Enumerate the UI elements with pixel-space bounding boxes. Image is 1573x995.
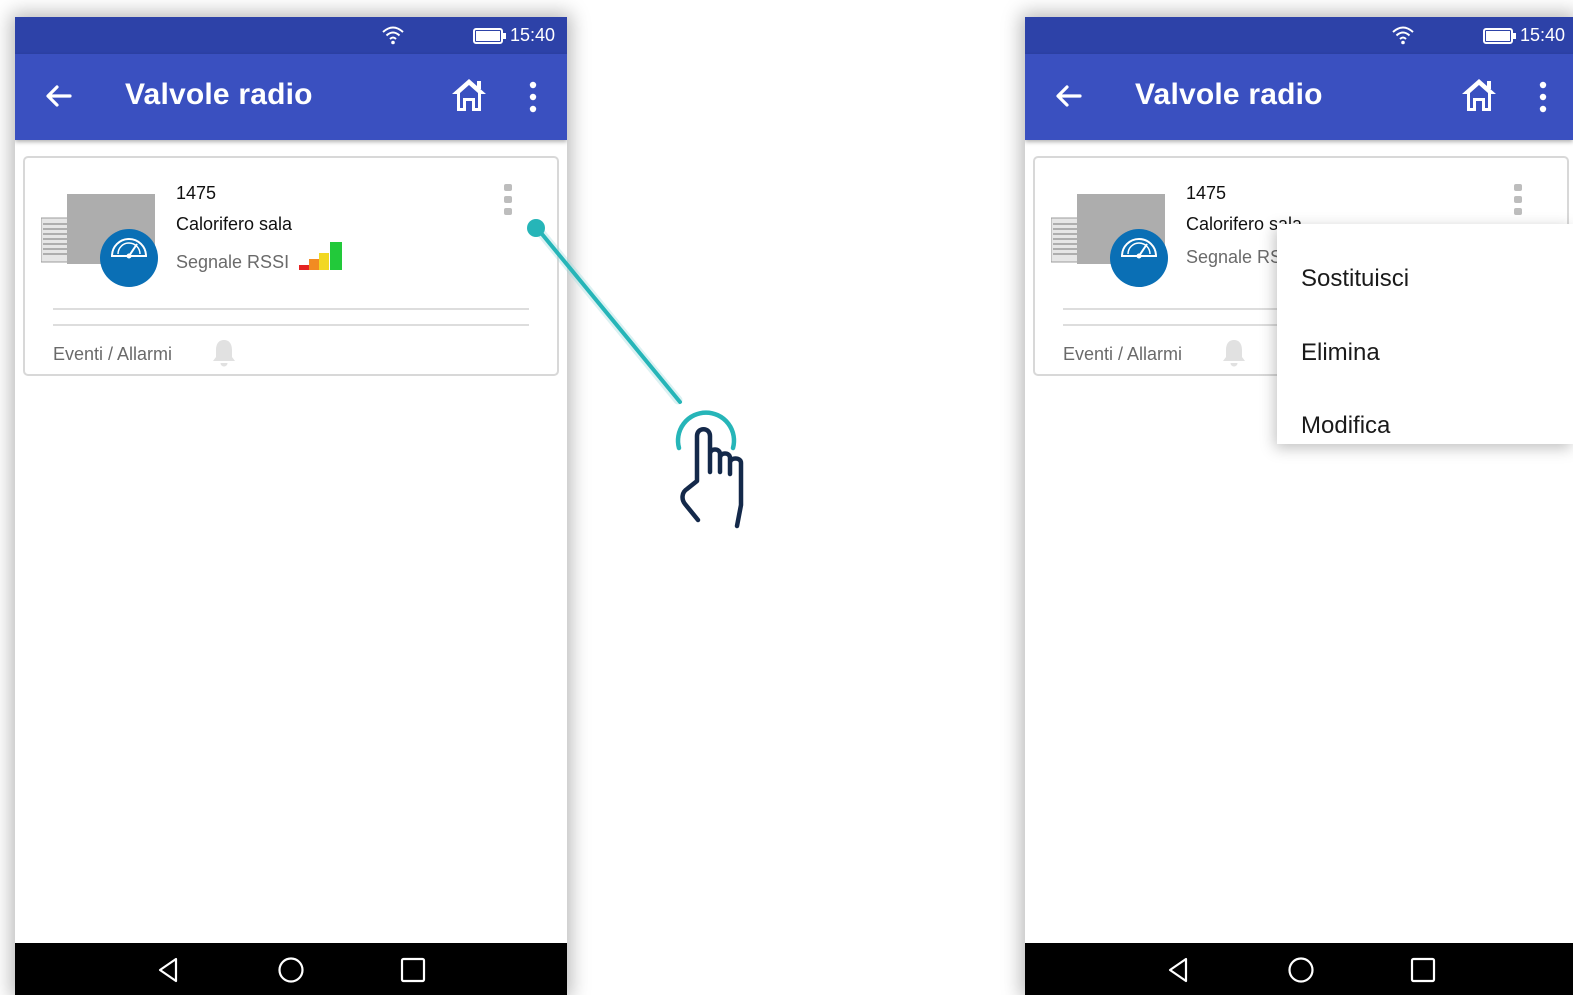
nav-recents-icon[interactable]	[399, 956, 427, 984]
valve-device-icon	[41, 194, 158, 287]
divider	[53, 308, 529, 310]
menu-item-sostituisci[interactable]: Sostituisci	[1301, 265, 1409, 293]
menu-item-elimina[interactable]: Elimina	[1301, 339, 1380, 367]
status-time: 15:40	[1519, 25, 1565, 45]
battery-icon	[473, 28, 506, 44]
bell-icon	[213, 340, 235, 367]
card-menu-button[interactable]	[1511, 182, 1525, 216]
device-id: 1475	[176, 183, 217, 203]
menu-item-modifica[interactable]: Modifica	[1301, 412, 1390, 440]
phone-screen-after: 15:40 Valvole radio 1475 Calorifero sala…	[1025, 17, 1573, 995]
tap-hand-icon	[675, 410, 744, 529]
status-bar: 15:40	[15, 17, 567, 54]
home-button[interactable]	[450, 76, 488, 114]
overflow-menu-button[interactable]	[1533, 80, 1553, 114]
app-bar: Valvole radio	[1025, 54, 1573, 140]
nav-home-icon[interactable]	[277, 956, 305, 984]
overflow-menu-button[interactable]	[523, 80, 543, 114]
system-nav-bar	[1025, 943, 1573, 995]
nav-back-icon[interactable]	[155, 956, 183, 984]
home-button[interactable]	[1460, 76, 1498, 114]
rssi-label: Segnale RSSI	[176, 252, 290, 272]
back-button[interactable]	[43, 80, 75, 112]
events-alarms-link[interactable]: Eventi / Allarmi	[1063, 344, 1182, 365]
page-title: Valvole radio	[125, 78, 313, 111]
tap-connector-line	[527, 219, 683, 405]
card-context-menu: Sostituisci Elimina Modifica	[1277, 224, 1573, 444]
wifi-icon	[382, 26, 404, 45]
app-bar: Valvole radio	[15, 54, 567, 140]
device-id: 1475	[1186, 183, 1227, 203]
events-alarms-link[interactable]: Eventi / Allarmi	[53, 344, 172, 365]
status-time: 15:40	[509, 25, 555, 45]
back-button[interactable]	[1053, 80, 1085, 112]
status-bar: 15:40	[1025, 17, 1573, 54]
page-title: Valvole radio	[1135, 78, 1323, 111]
wifi-icon	[1392, 26, 1414, 45]
nav-home-icon[interactable]	[1287, 956, 1315, 984]
battery-icon	[1483, 28, 1516, 44]
signal-bars-icon	[299, 242, 342, 270]
bell-icon	[1223, 340, 1245, 367]
divider	[53, 324, 529, 326]
phone-screen-before: 15:40 Valvole radio 1475 Calorifero sala…	[15, 17, 567, 995]
valve-device-icon	[1051, 194, 1168, 287]
nav-back-icon[interactable]	[1165, 956, 1193, 984]
device-name: Calorifero sala	[176, 214, 293, 234]
valve-card[interactable]: 1475 Calorifero sala Segnale RSSI Eventi…	[23, 156, 559, 376]
nav-recents-icon[interactable]	[1409, 956, 1437, 984]
tap-gesture-illustration	[527, 219, 744, 529]
system-nav-bar	[15, 943, 567, 995]
